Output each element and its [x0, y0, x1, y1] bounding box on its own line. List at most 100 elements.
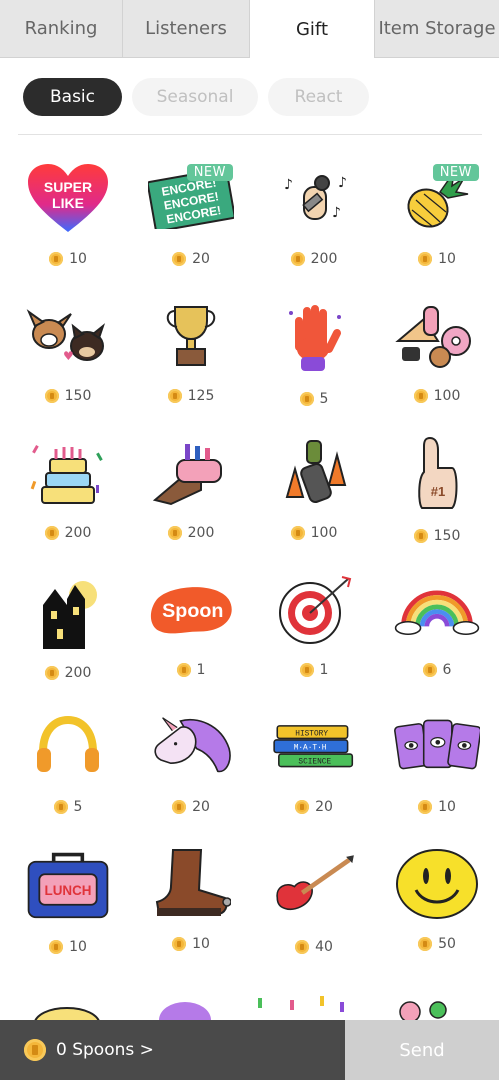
gift-item[interactable]: 1 — [254, 561, 374, 678]
gift-item[interactable]: 100 — [377, 287, 497, 404]
svg-text:M·A·T·H: M·A·T·H — [294, 743, 327, 752]
new-badge: NEW — [432, 164, 479, 181]
gift-price: 20 — [315, 799, 333, 815]
gift-price: 1 — [196, 662, 206, 678]
gift-price: 5 — [319, 391, 329, 407]
gift-item[interactable]: NEW 10 — [377, 150, 497, 267]
tab-gift[interactable]: Gift — [250, 0, 375, 58]
gift-item[interactable]: 10 — [131, 835, 251, 952]
coin-icon — [49, 940, 64, 954]
coin-icon — [44, 389, 59, 403]
gift-item[interactable]: 6 — [377, 561, 497, 678]
coin-icon — [176, 663, 191, 677]
coin-icon — [413, 389, 428, 403]
divider — [18, 134, 482, 135]
tab-item-storage[interactable]: Item Storage — [375, 0, 499, 58]
gift-item[interactable]: 10 — [377, 698, 497, 815]
gift-item[interactable]: 20 — [131, 698, 251, 815]
gift-price: 40 — [315, 939, 333, 955]
gift-price: 50 — [438, 936, 456, 952]
chip-seasonal[interactable]: Seasonal — [132, 78, 258, 116]
boot-icon — [148, 845, 234, 922]
chip-label: React — [294, 87, 343, 107]
gift-price: 10 — [192, 936, 210, 952]
headphones-icon — [25, 708, 111, 785]
tab-ranking[interactable]: Ranking — [0, 0, 123, 58]
gift-price: 10 — [69, 251, 87, 267]
coin-icon — [290, 252, 305, 266]
gift-item[interactable]: LUNCH 10 — [8, 835, 128, 955]
gift-item[interactable]: 5 — [8, 698, 128, 815]
gift-price: 20 — [192, 799, 210, 815]
gift-item[interactable]: 200 — [131, 424, 251, 541]
makeup-hand-icon — [148, 434, 234, 511]
gift-price: 1 — [319, 662, 329, 678]
send-label: Send — [399, 1039, 445, 1061]
spoons-balance-button[interactable]: 0 Spoons > — [0, 1020, 345, 1080]
gift-item[interactable]: 40 — [254, 835, 374, 955]
gift-item[interactable]: SUPER LIKE 10 — [8, 150, 128, 267]
coin-icon — [290, 526, 305, 540]
gift-item[interactable]: ♪ ♪ ♪ 200 — [254, 150, 374, 267]
coin-icon — [172, 252, 187, 266]
gift-item[interactable]: 100 — [254, 424, 374, 541]
tab-label: Ranking — [24, 18, 98, 39]
gift-item[interactable]: HISTORY M·A·T·H SCIENCE 20 — [254, 698, 374, 815]
svg-text:Spoon: Spoon — [162, 600, 223, 622]
coin-icon — [167, 389, 182, 403]
svg-text:HISTORY: HISTORY — [295, 729, 328, 738]
coin-icon — [167, 526, 182, 540]
gift-item[interactable]: #1 150 — [377, 424, 497, 544]
tab-label: Item Storage — [378, 18, 496, 39]
coin-icon — [295, 800, 310, 814]
gift-item[interactable]: 125 — [131, 287, 251, 404]
haunted-house-icon — [25, 571, 111, 651]
coin-icon — [299, 663, 314, 677]
gift-price: 5 — [73, 799, 83, 815]
chip-react[interactable]: React — [268, 78, 369, 116]
gift-item[interactable]: 5 — [254, 287, 374, 407]
gift-price: 100 — [433, 388, 461, 404]
gift-item[interactable]: 200 — [8, 424, 128, 541]
coin-icon — [299, 392, 314, 406]
target-icon — [271, 571, 357, 648]
tab-label: Listeners — [145, 18, 227, 39]
gift-price: 150 — [433, 528, 461, 544]
gift-price: 125 — [187, 388, 215, 404]
gift-item[interactable]: 50 — [377, 835, 497, 952]
lunchbox-icon: LUNCH — [25, 845, 111, 925]
dogs-icon: ♥ — [25, 297, 111, 374]
gift-item[interactable]: NEW ENCORE! ENCORE! ENCORE! 20 — [131, 150, 251, 267]
gift-price: 200 — [64, 525, 92, 541]
top-tab-bar: Ranking Listeners Gift Item Storage — [0, 0, 499, 58]
coin-icon — [413, 529, 428, 543]
svg-text:SCIENCE: SCIENCE — [298, 757, 331, 766]
foam-finger-icon: #1 — [394, 434, 480, 514]
gift-price: 100 — [310, 525, 338, 541]
coin-icon — [172, 800, 187, 814]
coin-icon — [418, 252, 433, 266]
coin-icon — [418, 937, 433, 951]
send-button[interactable]: Send — [345, 1020, 499, 1080]
chip-basic[interactable]: Basic — [23, 78, 122, 116]
tab-listeners[interactable]: Listeners — [123, 0, 250, 58]
tab-label: Gift — [295, 18, 329, 40]
coin-icon — [24, 1039, 46, 1061]
gift-item[interactable]: 200 — [8, 561, 128, 681]
gift-price: 20 — [192, 251, 210, 267]
svg-text:♪: ♪ — [338, 175, 347, 191]
microphone-hand-icon: ♪ ♪ ♪ — [271, 160, 357, 237]
gift-price: 200 — [187, 525, 215, 541]
gift-item[interactable]: ♥ 150 — [8, 287, 128, 404]
coin-icon — [418, 800, 433, 814]
gift-price: 200 — [64, 665, 92, 681]
unicorn-icon — [148, 708, 234, 785]
guitar-icon — [271, 845, 357, 925]
gift-item[interactable]: Spoon 1 — [131, 561, 251, 678]
spoons-balance-label: 0 Spoons > — [56, 1040, 154, 1060]
coin-icon — [172, 937, 187, 951]
gift-price: 10 — [438, 251, 456, 267]
svg-text:♪: ♪ — [332, 205, 341, 221]
coin-icon — [53, 800, 68, 814]
food-icon — [394, 297, 480, 374]
